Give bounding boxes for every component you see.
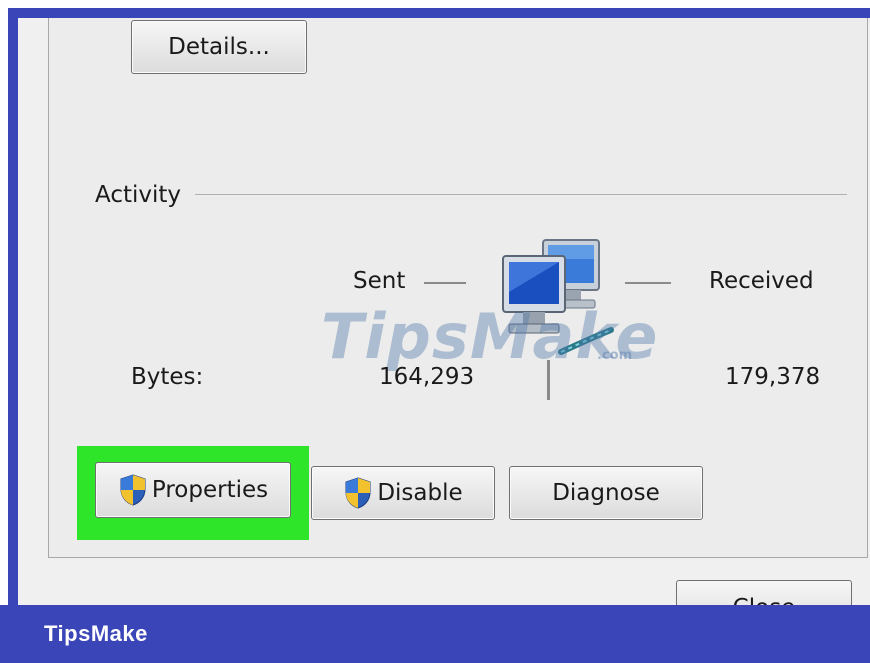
received-connector-line — [625, 282, 671, 284]
activity-divider — [195, 194, 847, 195]
details-button[interactable]: Details... — [131, 20, 307, 74]
connection-status-dialog: Details... Activity Sent Received TipsMa… — [18, 18, 870, 620]
properties-button[interactable]: Properties — [95, 462, 291, 518]
bytes-sent-value: 164,293 — [379, 364, 475, 390]
uac-shield-icon — [120, 474, 146, 506]
watermark-suffix: .com — [597, 348, 633, 363]
bytes-received-value: 179,378 — [725, 364, 821, 390]
sent-connector-line — [424, 282, 466, 284]
general-tab-panel: Details... Activity Sent Received TipsMa… — [48, 18, 868, 558]
window-frame-left — [8, 8, 18, 618]
diagnose-button-label: Diagnose — [552, 480, 660, 506]
disable-button-label: Disable — [377, 480, 463, 506]
activity-vertical-line — [547, 360, 550, 400]
brand-name: TipsMake — [44, 621, 148, 646]
brand-footer-bar: TipsMake — [0, 605, 870, 663]
diagnose-button[interactable]: Diagnose — [509, 466, 703, 520]
disable-button[interactable]: Disable — [311, 466, 495, 520]
activity-section-label: Activity — [95, 182, 182, 208]
properties-button-label: Properties — [151, 477, 269, 503]
uac-shield-icon — [345, 477, 371, 509]
details-button-label: Details... — [168, 34, 270, 60]
sent-label: Sent — [353, 268, 406, 294]
screenshot-frame: Details... Activity Sent Received TipsMa… — [0, 0, 870, 663]
received-label: Received — [709, 268, 814, 294]
bytes-label: Bytes: — [131, 364, 204, 390]
window-frame-top — [8, 8, 870, 18]
